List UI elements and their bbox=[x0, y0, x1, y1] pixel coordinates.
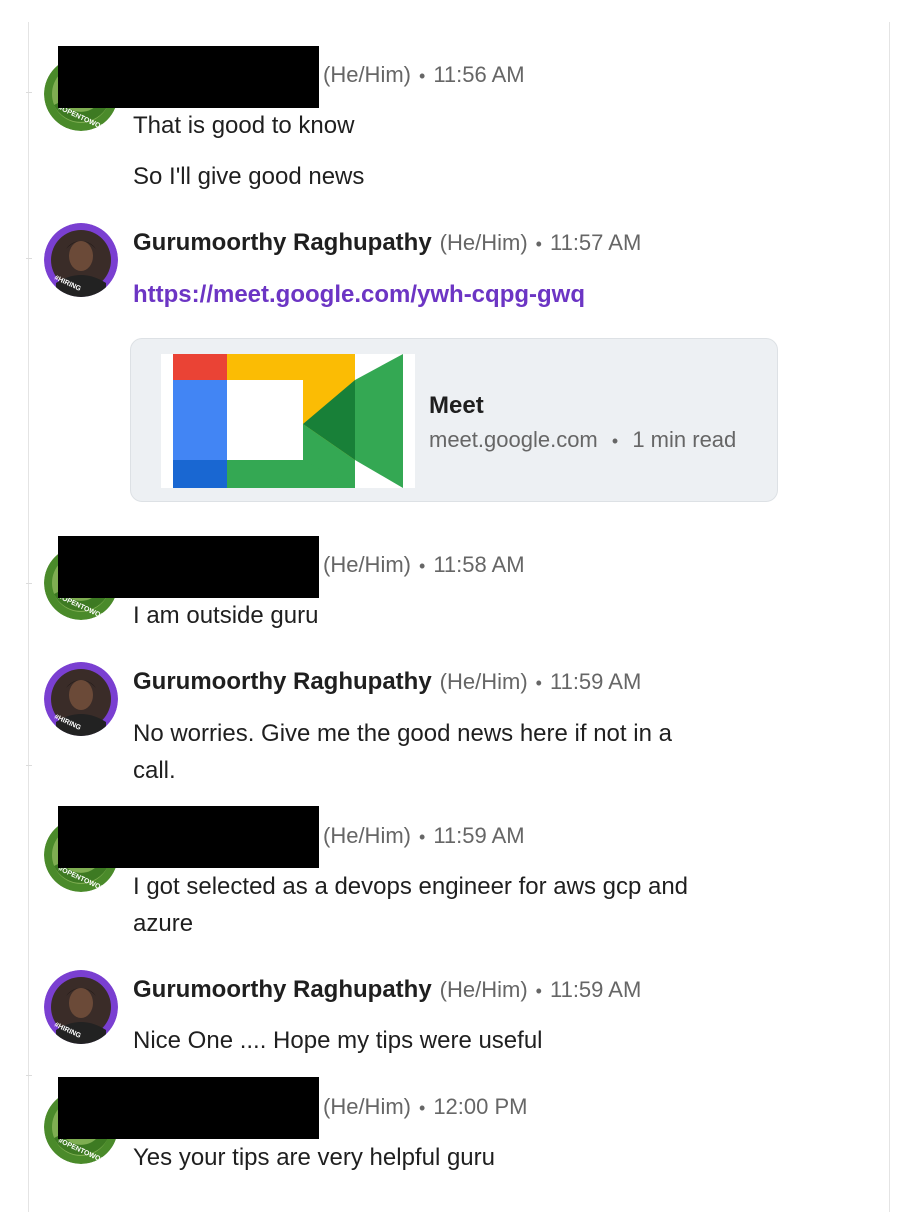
divider bbox=[26, 258, 32, 259]
separator-dot: • bbox=[419, 556, 426, 576]
timestamp: 11:56 AM bbox=[433, 62, 525, 87]
message-header: Gurumoorthy Raghupathy (He/Him) • 11:57 … bbox=[133, 229, 641, 257]
message-text: Yes your tips are very helpful guru bbox=[133, 1144, 495, 1171]
divider bbox=[26, 92, 32, 93]
redacted-name bbox=[58, 46, 319, 108]
separator-dot: • bbox=[535, 981, 542, 1001]
divider bbox=[26, 1075, 32, 1076]
message-header: (He/Him) • 11:56 AM bbox=[323, 62, 525, 88]
preview-read-time: 1 min read bbox=[632, 427, 737, 452]
separator-dot: • bbox=[419, 66, 426, 86]
timestamp: 11:59 AM bbox=[549, 669, 642, 694]
message-text: Nice One .... Hope my tips were useful bbox=[133, 1027, 543, 1054]
pronoun-label: (He/Him) bbox=[323, 552, 411, 577]
message-text: No worries. Give me the good news here i… bbox=[133, 720, 672, 747]
timestamp: 11:57 AM bbox=[549, 230, 642, 255]
message-text: That is good to know bbox=[133, 112, 355, 139]
message-text: azure bbox=[133, 910, 194, 937]
redacted-name bbox=[58, 806, 319, 868]
pronoun-label: (He/Him) bbox=[323, 823, 411, 848]
separator-dot: • bbox=[419, 827, 426, 847]
timestamp: 12:00 PM bbox=[433, 1094, 528, 1119]
timestamp: 11:59 AM bbox=[433, 823, 525, 848]
separator-dot: • bbox=[419, 1098, 426, 1118]
timestamp: 11:58 AM bbox=[433, 552, 525, 577]
preview-meta: meet.google.com • 1 min read bbox=[429, 427, 736, 453]
sender-name[interactable]: Gurumoorthy Raghupathy bbox=[133, 668, 432, 696]
meeting-link[interactable]: https://meet.google.com/ywh-cqpg-gwq bbox=[133, 281, 585, 309]
link-preview-card[interactable]: Meet meet.google.com • 1 min read bbox=[130, 338, 778, 502]
pronoun-label: (He/Him) bbox=[439, 669, 528, 694]
sender-name[interactable]: Gurumoorthy Raghupathy bbox=[133, 229, 432, 257]
pronoun-label: (He/Him) bbox=[323, 62, 411, 87]
separator-dot: • bbox=[535, 234, 542, 254]
pronoun-label: (He/Him) bbox=[439, 977, 528, 1002]
google-meet-logo bbox=[161, 354, 415, 488]
message-header: Gurumoorthy Raghupathy (He/Him) • 11:59 … bbox=[133, 976, 641, 1004]
preview-domain: meet.google.com bbox=[429, 427, 598, 452]
sender-name[interactable]: Gurumoorthy Raghupathy bbox=[133, 976, 432, 1004]
separator-dot: • bbox=[611, 431, 619, 451]
message-text: So I'll give good news bbox=[133, 163, 365, 190]
message-text: call. bbox=[133, 757, 176, 784]
message-header: (He/Him) • 11:59 AM bbox=[323, 823, 525, 849]
divider bbox=[26, 583, 32, 584]
pronoun-label: (He/Him) bbox=[439, 230, 528, 255]
divider bbox=[26, 765, 32, 766]
timestamp: 11:59 AM bbox=[549, 977, 642, 1002]
avatar-hiring[interactable]: #HIRING bbox=[44, 662, 118, 736]
pronoun-label: (He/Him) bbox=[323, 1094, 411, 1119]
message-header: (He/Him) • 12:00 PM bbox=[323, 1094, 527, 1120]
message-header: (He/Him) • 11:58 AM bbox=[323, 552, 525, 578]
redacted-name bbox=[58, 1077, 319, 1139]
message-text: I got selected as a devops engineer for … bbox=[133, 873, 689, 900]
message-text: I am outside guru bbox=[133, 602, 319, 629]
preview-title: Meet bbox=[429, 392, 484, 419]
redacted-name bbox=[58, 536, 319, 598]
avatar-hiring[interactable]: #HIRING bbox=[44, 970, 118, 1044]
message-header: Gurumoorthy Raghupathy (He/Him) • 11:59 … bbox=[133, 668, 641, 696]
avatar-hiring[interactable]: #HIRING bbox=[44, 223, 118, 297]
separator-dot: • bbox=[535, 673, 542, 693]
